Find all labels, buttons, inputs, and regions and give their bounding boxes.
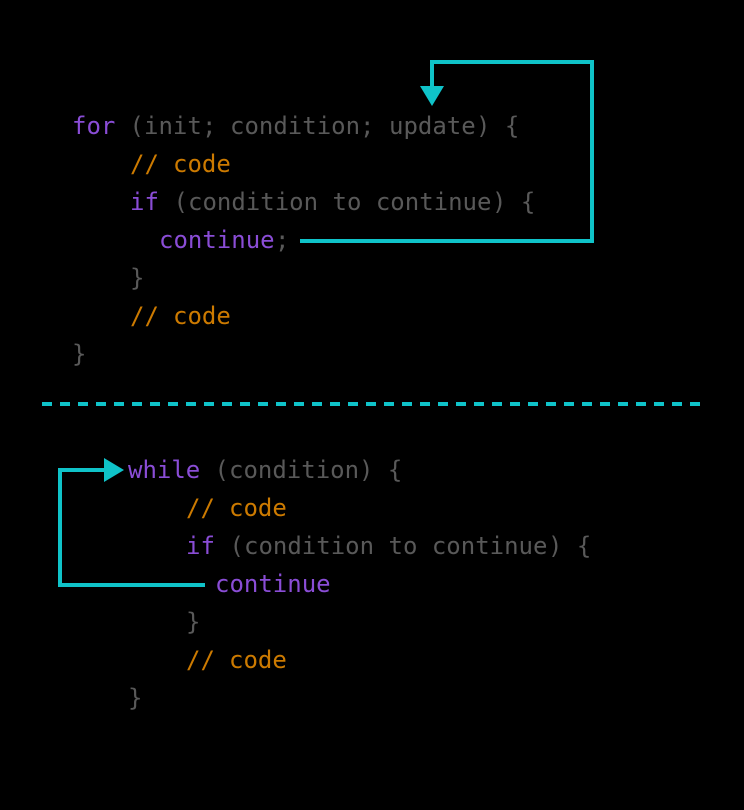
for-continue-arrowhead-icon	[420, 86, 444, 106]
for-if-close: ) {	[492, 188, 535, 216]
for-condition: condition	[230, 112, 360, 140]
for-sep1: ;	[202, 112, 231, 140]
while-if-open: (	[215, 532, 244, 560]
while-if-condition: condition to continue	[244, 532, 547, 560]
for-keyword: for	[72, 112, 115, 140]
while-keyword: while	[128, 456, 200, 484]
for-if-keyword: if	[130, 188, 159, 216]
for-comment2-slash: //	[130, 302, 173, 330]
for-continue-semi: ;	[275, 226, 289, 254]
while-continue-arrow	[60, 470, 205, 585]
while-if-endbrace: }	[186, 608, 200, 636]
while-close: ) {	[359, 456, 402, 484]
diagram-root: for ( init ; condition ; update ) { // c…	[0, 0, 744, 810]
while-if-close: ) {	[548, 532, 591, 560]
for-comment2-text: code	[173, 302, 231, 330]
while-open: (	[200, 456, 229, 484]
while-comment1-text: code	[229, 494, 287, 522]
while-continue-arrowhead-icon	[104, 458, 124, 482]
for-continue: continue	[159, 226, 275, 254]
for-close: ) {	[476, 112, 519, 140]
for-update: update	[389, 112, 476, 140]
while-comment1-slash: //	[186, 494, 229, 522]
for-comment1-text: code	[173, 150, 231, 178]
for-if-endbrace: }	[130, 264, 144, 292]
while-comment2-slash: //	[186, 646, 229, 674]
for-comment1-slash: //	[130, 150, 173, 178]
while-comment2-text: code	[229, 646, 287, 674]
while-condition: condition	[229, 456, 359, 484]
for-if-condition: condition to continue	[188, 188, 491, 216]
for-sep2: ;	[360, 112, 389, 140]
for-init: init	[144, 112, 202, 140]
while-if-keyword: if	[186, 532, 215, 560]
for-if-open: (	[159, 188, 188, 216]
while-continue: continue	[215, 570, 331, 598]
for-open: (	[115, 112, 144, 140]
while-endbrace: }	[128, 684, 142, 712]
for-endbrace: }	[72, 340, 86, 368]
